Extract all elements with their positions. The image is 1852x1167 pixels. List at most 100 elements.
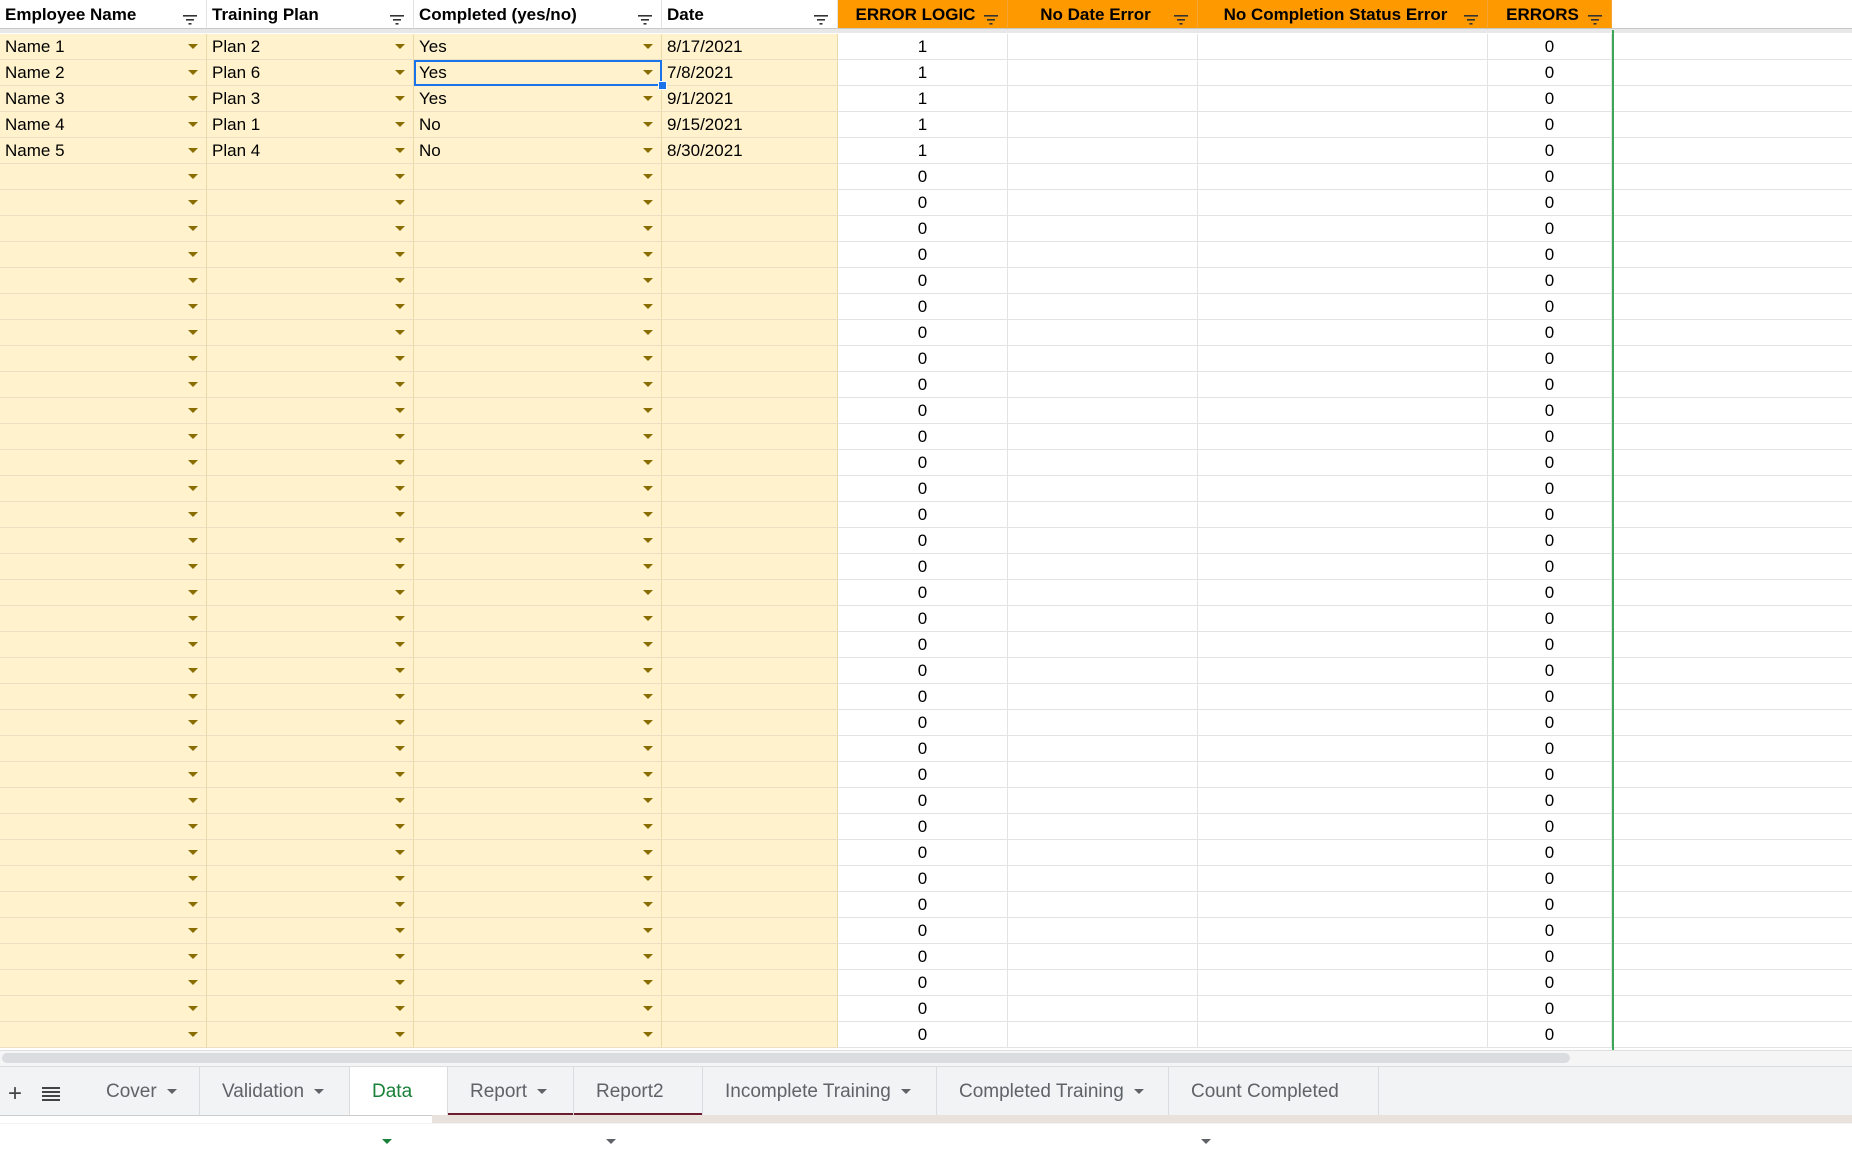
column-header[interactable]: ERROR LOGIC <box>838 0 1008 29</box>
chevron-down-icon[interactable] <box>188 824 198 829</box>
dropdown-cell[interactable] <box>207 216 414 242</box>
chevron-down-icon[interactable] <box>643 1032 653 1037</box>
grid-cell[interactable] <box>1008 840 1198 866</box>
chevron-down-icon[interactable] <box>395 954 405 959</box>
chevron-down-icon[interactable] <box>188 954 198 959</box>
grid-cell[interactable] <box>1612 996 1852 1022</box>
grid-cell[interactable] <box>1008 918 1198 944</box>
dropdown-cell[interactable] <box>414 476 662 502</box>
grid-cell[interactable] <box>1612 34 1852 60</box>
dropdown-cell[interactable] <box>414 892 662 918</box>
grid-cell[interactable] <box>1008 1022 1198 1048</box>
column-header[interactable]: Completed (yes/no) <box>414 0 662 29</box>
dropdown-cell[interactable]: No <box>414 112 662 138</box>
grid-cell[interactable]: 0 <box>1488 736 1612 762</box>
dropdown-cell[interactable] <box>414 918 662 944</box>
grid-cell[interactable] <box>662 996 838 1022</box>
dropdown-cell[interactable] <box>0 450 207 476</box>
grid-cell[interactable] <box>1198 736 1488 762</box>
grid-cell[interactable]: 0 <box>838 164 1008 190</box>
grid-cell[interactable]: 0 <box>838 346 1008 372</box>
dropdown-cell[interactable] <box>0 554 207 580</box>
grid-cell[interactable]: 1 <box>838 60 1008 86</box>
dropdown-cell[interactable] <box>414 190 662 216</box>
grid-cell[interactable] <box>1198 112 1488 138</box>
grid-cell[interactable]: 0 <box>1488 398 1612 424</box>
sheet-tab[interactable]: Validation <box>200 1067 350 1117</box>
grid-cell[interactable] <box>1612 970 1852 996</box>
grid-cell[interactable]: 9/15/2021 <box>662 112 838 138</box>
dropdown-cell[interactable] <box>207 268 414 294</box>
dropdown-cell[interactable] <box>207 554 414 580</box>
chevron-down-icon[interactable] <box>643 408 653 413</box>
chevron-down-icon[interactable] <box>643 538 653 543</box>
chevron-down-icon[interactable] <box>395 772 405 777</box>
dropdown-cell[interactable] <box>207 580 414 606</box>
grid-cell[interactable] <box>1198 294 1488 320</box>
dropdown-cell[interactable]: Yes <box>414 86 662 112</box>
plus-icon[interactable]: + <box>0 1079 30 1109</box>
grid-cell[interactable] <box>1008 372 1198 398</box>
dropdown-cell[interactable] <box>414 658 662 684</box>
grid-cell[interactable] <box>662 346 838 372</box>
grid-cell[interactable]: 0 <box>1488 944 1612 970</box>
grid-cell[interactable] <box>1612 502 1852 528</box>
grid-cell[interactable] <box>1198 450 1488 476</box>
chevron-down-icon[interactable] <box>395 408 405 413</box>
chevron-down-icon[interactable] <box>643 174 653 179</box>
chevron-down-icon[interactable] <box>382 1139 392 1145</box>
grid-cell[interactable] <box>1008 216 1198 242</box>
grid-cell[interactable] <box>1198 944 1488 970</box>
chevron-down-icon[interactable] <box>395 382 405 387</box>
grid-cell[interactable] <box>1198 606 1488 632</box>
grid-cell[interactable] <box>1008 528 1198 554</box>
chevron-down-icon[interactable] <box>395 44 405 49</box>
grid-cell[interactable]: 0 <box>1488 112 1612 138</box>
grid-cell[interactable] <box>1008 736 1198 762</box>
grid-cell[interactable] <box>1198 710 1488 736</box>
chevron-down-icon[interactable] <box>643 122 653 127</box>
grid-cell[interactable]: 0 <box>1488 34 1612 60</box>
grid-cell[interactable]: 0 <box>1488 710 1612 736</box>
chevron-down-icon[interactable] <box>188 356 198 361</box>
column-header[interactable]: ERRORS <box>1488 0 1612 29</box>
chevron-down-icon[interactable] <box>643 928 653 933</box>
chevron-down-icon[interactable] <box>395 928 405 933</box>
grid-cell[interactable]: 0 <box>1488 684 1612 710</box>
grid-cell[interactable] <box>662 710 838 736</box>
grid-cell[interactable] <box>662 164 838 190</box>
grid-cell[interactable]: 0 <box>838 268 1008 294</box>
grid-cell[interactable] <box>1612 60 1852 86</box>
dropdown-cell[interactable] <box>207 814 414 840</box>
grid-cell[interactable] <box>1612 710 1852 736</box>
filter-icon[interactable] <box>389 7 405 25</box>
grid-cell[interactable]: 0 <box>838 424 1008 450</box>
dropdown-cell[interactable] <box>0 398 207 424</box>
dropdown-cell[interactable]: Plan 2 <box>207 34 414 60</box>
grid-cell[interactable]: 0 <box>838 866 1008 892</box>
chevron-down-icon[interactable] <box>395 226 405 231</box>
grid-cell[interactable]: 0 <box>1488 502 1612 528</box>
grid-cell[interactable] <box>662 970 838 996</box>
dropdown-cell[interactable] <box>414 502 662 528</box>
dropdown-cell[interactable] <box>207 918 414 944</box>
grid-cell[interactable] <box>1008 294 1198 320</box>
dropdown-cell[interactable] <box>0 918 207 944</box>
sheet-tab[interactable]: Report2 <box>574 1067 703 1145</box>
dropdown-cell[interactable] <box>0 866 207 892</box>
grid-cell[interactable]: 0 <box>1488 918 1612 944</box>
chevron-down-icon[interactable] <box>395 122 405 127</box>
dropdown-cell[interactable] <box>0 346 207 372</box>
grid-cell[interactable] <box>662 944 838 970</box>
chevron-down-icon[interactable] <box>188 408 198 413</box>
grid-cell[interactable]: 0 <box>1488 580 1612 606</box>
chevron-down-icon[interactable] <box>188 642 198 647</box>
filter-icon[interactable] <box>1587 7 1603 25</box>
grid-cell[interactable] <box>1612 294 1852 320</box>
grid-cell[interactable] <box>662 632 838 658</box>
chevron-down-icon[interactable] <box>188 616 198 621</box>
dropdown-cell[interactable] <box>414 788 662 814</box>
grid-cell[interactable] <box>662 918 838 944</box>
grid-cell[interactable] <box>662 502 838 528</box>
dropdown-cell[interactable] <box>414 528 662 554</box>
